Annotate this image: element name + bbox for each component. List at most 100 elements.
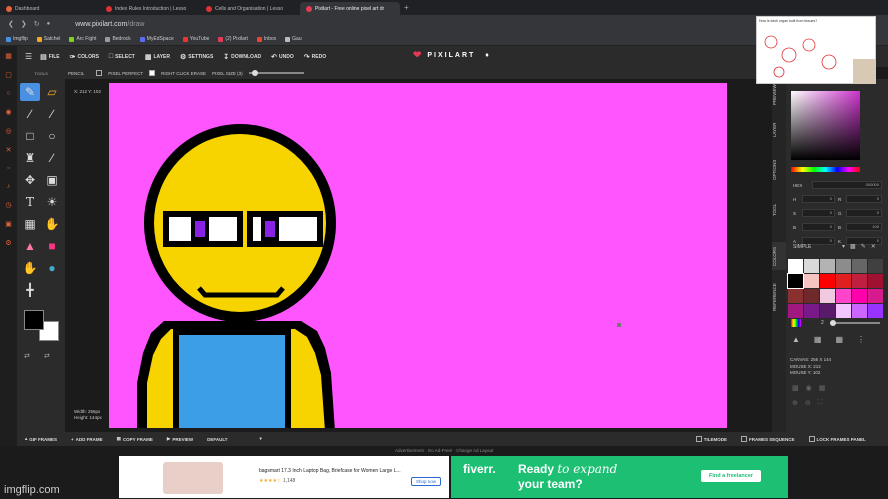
flask-icon[interactable]: ▲ — [792, 335, 800, 344]
palette-swatch[interactable] — [836, 304, 851, 318]
right-click-erase-checkbox[interactable] — [149, 70, 156, 76]
circle-tool-icon[interactable]: ○ — [42, 127, 62, 145]
palette-name[interactable]: SIMPLE — [793, 244, 811, 250]
tilemode-checkbox[interactable] — [695, 436, 702, 442]
grid-toggle-icon[interactable]: ▦ — [819, 384, 826, 392]
palette-swatch[interactable] — [788, 289, 803, 303]
menu-settings[interactable]: ⚙ SETTINGS — [180, 53, 213, 61]
frames-sequence-toggle[interactable]: FRAMES SEQUENCE — [741, 436, 795, 442]
palette-swatch[interactable] — [820, 259, 835, 273]
menu-layer[interactable]: ▦ LAYER — [145, 53, 170, 61]
pixel-perfect-checkbox[interactable] — [96, 70, 103, 76]
tab-cells[interactable]: Cells and Organisation | Lesso — [200, 2, 300, 15]
palette-swatch[interactable] — [868, 259, 883, 273]
palette-swatch[interactable] — [787, 273, 804, 289]
bookmark-item[interactable]: Inbox — [256, 36, 276, 42]
new-tab-button[interactable]: + — [404, 3, 409, 12]
select-tool-icon[interactable]: ╋ — [20, 281, 40, 299]
palette-swatch[interactable] — [804, 274, 819, 288]
fiverr-ad[interactable]: fiverr. Ready to expand your team? Find … — [451, 456, 788, 498]
tab-tool[interactable]: TOOL — [772, 199, 786, 221]
crop-tool-icon[interactable]: ▣ — [42, 171, 62, 189]
tab-reference[interactable]: REFERENCE — [772, 279, 786, 315]
delete-icon[interactable]: ▩ — [850, 243, 856, 250]
instagram-icon[interactable]: ▫ — [7, 165, 9, 172]
palette-swatch[interactable] — [820, 274, 835, 288]
messenger-icon[interactable]: ◉ — [5, 108, 11, 116]
g-input[interactable]: 0 — [846, 209, 882, 217]
bell-icon[interactable]: ♦ — [485, 52, 491, 59]
chevron-down-icon[interactable]: ▾ — [842, 243, 845, 250]
bookmark-item[interactable]: YouTube — [182, 36, 209, 42]
swap-colors-icon[interactable]: ⇄ — [24, 352, 30, 360]
b2-input[interactable]: 100 — [846, 223, 882, 231]
tab-dashboard[interactable]: Dashboard — [0, 2, 100, 15]
text-tool-icon[interactable]: T — [20, 193, 40, 211]
bucket-tool-icon[interactable]: ▲ — [20, 237, 40, 255]
clock-icon[interactable]: ◷ — [5, 201, 11, 209]
rainbow-icon[interactable] — [791, 319, 801, 327]
palette-swatch[interactable] — [836, 289, 851, 303]
tab-options[interactable]: OPTIONS — [772, 155, 786, 185]
s-input[interactable]: 0 — [802, 209, 835, 217]
b-input[interactable]: 0 — [802, 223, 835, 231]
close-icon[interactable]: ✕ — [871, 243, 876, 250]
rectangle-tool-icon[interactable]: □ — [20, 127, 40, 145]
share-icon[interactable]: ◉ — [806, 384, 812, 392]
hamburger-icon[interactable]: ☰ — [25, 52, 32, 61]
bookmark-item[interactable]: (2) Pixilart — [218, 36, 248, 42]
stamp-tool-icon[interactable]: ✋ — [42, 215, 62, 233]
palette-swatch[interactable] — [804, 304, 819, 318]
edit-icon[interactable]: ✎ — [861, 243, 866, 250]
menu-undo[interactable]: ↶ UNDO — [271, 53, 294, 61]
slider-handle[interactable] — [251, 70, 258, 76]
palette-swatch[interactable] — [788, 259, 803, 273]
bookmark-item[interactable]: MyEdSpace — [139, 36, 174, 42]
palette-swatch[interactable] — [868, 274, 883, 288]
layers-icon[interactable]: ▦ — [814, 335, 822, 344]
brush-size-slider[interactable] — [829, 320, 880, 326]
grid-icon[interactable]: ▦ — [5, 52, 12, 60]
bookmark-item[interactable]: Imgflip — [6, 36, 28, 42]
palette-swatch[interactable] — [852, 289, 867, 303]
lighten-tool-icon[interactable]: ☀ — [42, 193, 62, 211]
slider-handle[interactable] — [829, 320, 836, 326]
palette-swatch[interactable] — [836, 274, 851, 288]
bookmark-item[interactable]: Arc Fight — [69, 36, 96, 42]
copy-frame-button[interactable]: ▤ COPY FRAME — [117, 436, 153, 442]
drop-tool-icon[interactable]: ● — [42, 259, 62, 277]
hue-slider[interactable] — [791, 167, 860, 172]
palette-swatch[interactable] — [852, 259, 867, 273]
zoom-out-icon[interactable]: ⊖ — [805, 399, 811, 407]
pencil-tool-icon[interactable]: ✎ — [20, 83, 40, 101]
tab-preview[interactable]: PREVIEW — [772, 81, 786, 109]
gif-frames-toggle[interactable]: ▴ GIF FRAMES — [25, 436, 57, 442]
pixilart-logo[interactable]: ❤ PIXILART ♦ — [413, 50, 491, 61]
eraser-tool-icon[interactable]: ▱ — [42, 83, 62, 101]
lock-frames-checkbox[interactable] — [808, 436, 815, 442]
ad1-shop-button[interactable]: Shop now — [411, 477, 442, 486]
gradient-tool-icon[interactable]: ■ — [42, 237, 62, 255]
ad-line[interactable]: Advertisement · Go Ad-Free! · Change Ad … — [395, 448, 493, 453]
preview-button[interactable]: ▶ PREVIEW — [167, 436, 193, 442]
settings-icon[interactable]: ⚙ — [5, 239, 11, 247]
hex-input[interactable]: 000000 — [812, 181, 882, 189]
primary-color-swatch[interactable] — [24, 310, 44, 330]
menu-redo[interactable]: ↷ REDO — [304, 53, 326, 61]
palette-swatch[interactable] — [836, 259, 851, 273]
palette-swatch[interactable] — [820, 289, 835, 303]
default-select[interactable]: DEFAULT ▾ — [207, 436, 262, 442]
palette-swatch[interactable] — [868, 289, 883, 303]
move-tool-icon[interactable]: ✥ — [20, 171, 40, 189]
drawing-canvas[interactable] — [109, 83, 727, 428]
dither-tool-icon[interactable]: ▦ — [20, 215, 40, 233]
tilemode-toggle[interactable]: TILEMODE — [695, 436, 727, 442]
zoom-in-icon[interactable]: ⊕ — [792, 399, 798, 407]
grid-icon[interactable]: ▦ — [835, 335, 843, 344]
chat-icon[interactable]: ○ — [6, 90, 10, 97]
eyedropper-tool-icon[interactable]: ∕ — [42, 149, 62, 167]
add-frame-button[interactable]: + ADD FRAME — [71, 437, 103, 442]
x-icon[interactable]: ✕ — [6, 146, 12, 154]
menu-select[interactable]: □ SELECT — [109, 53, 135, 60]
pixel-size-slider[interactable] — [248, 70, 304, 76]
